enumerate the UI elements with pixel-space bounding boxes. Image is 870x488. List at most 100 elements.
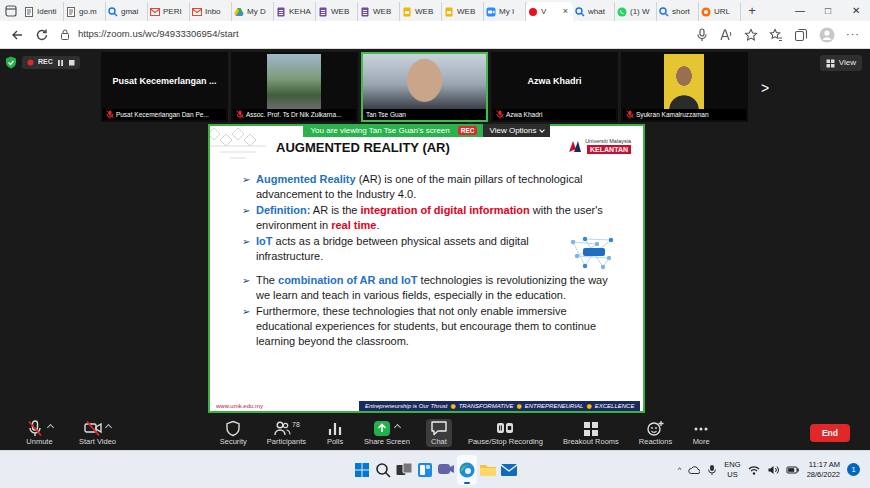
microphone-icon[interactable] <box>696 28 708 42</box>
more-button[interactable]: More <box>688 419 714 447</box>
taskbar-app[interactable] <box>373 455 393 485</box>
browser-tab[interactable]: URL <box>699 2 741 21</box>
chat-icon <box>436 460 456 480</box>
profile-icon[interactable] <box>819 27 835 43</box>
favorite-star-icon[interactable] <box>744 28 758 42</box>
tab-label: WEB <box>331 6 349 18</box>
recording-dot-icon <box>27 59 34 66</box>
share-icon <box>373 420 391 437</box>
maximize-button[interactable]: □ <box>814 6 842 16</box>
browser-tab[interactable]: what <box>573 2 615 21</box>
clock[interactable]: 11:17 AM28/6/2022 <box>807 460 840 480</box>
back-icon[interactable] <box>10 28 24 42</box>
caret-up-icon[interactable] <box>105 424 112 431</box>
taskbar-app[interactable] <box>394 455 414 485</box>
browser-tab[interactable]: WEB <box>400 2 442 21</box>
browser-tab[interactable]: Inbo <box>190 2 232 21</box>
microphone-icon[interactable] <box>707 464 717 476</box>
taskbar-app[interactable] <box>436 455 456 485</box>
next-page-button[interactable]: > <box>761 78 769 99</box>
browser-tab[interactable]: KEHA <box>274 2 316 21</box>
view-options-button[interactable]: View Options <box>483 124 550 137</box>
browser-tab[interactable]: My I <box>484 2 526 21</box>
breakout-button[interactable]: Breakout Rooms <box>559 419 623 447</box>
camera-button[interactable]: Start Video <box>75 419 120 447</box>
shared-slide: AUGMENTED REALITY (AR)Universiti Malaysi… <box>208 124 645 413</box>
search-icon <box>659 7 669 17</box>
mic-button[interactable]: Unmute <box>22 419 57 447</box>
form-icon <box>360 7 370 17</box>
new-tab-button[interactable]: + <box>741 4 763 17</box>
cloud-icon[interactable] <box>688 464 700 476</box>
collections-icon[interactable] <box>794 28 808 42</box>
pause-icon[interactable] <box>57 59 64 67</box>
browser-tab[interactable]: My D <box>232 2 274 21</box>
browser-tab[interactable]: Identi <box>22 2 64 21</box>
tab-actions-icon[interactable] <box>4 4 18 18</box>
minimize-button[interactable]: — <box>786 6 814 16</box>
url-field[interactable]: https://zoom.us/wc/94933306954/start <box>60 27 685 41</box>
language-indicator[interactable]: ENGUS <box>724 460 740 480</box>
browser-tab[interactable]: V× <box>526 2 573 21</box>
bullet-segment: integration of digital information <box>361 204 530 216</box>
browser-tab[interactable]: WEB <box>316 2 358 21</box>
notification-badge[interactable]: 1 <box>847 463 860 476</box>
chevron-down-icon <box>540 127 546 133</box>
participant-tile[interactable]: Tan Tse Guan <box>361 52 488 122</box>
tile-caption: Tan Tse Guan <box>363 109 486 120</box>
chat-button[interactable]: Chat <box>426 419 452 447</box>
participant-tile[interactable]: Azwa KhadriAzwa Khadri <box>491 52 618 122</box>
participant-tile[interactable]: Assoc. Prof. Ts Dr Nik Zulkarna... <box>231 52 358 122</box>
participant-name: Pusat Kecemerlangan ... <box>109 75 219 89</box>
caret-up-icon[interactable] <box>394 424 401 431</box>
participant-tile[interactable]: Pusat Kecemerlangan ...Pusat Kecemerlang… <box>101 52 228 122</box>
region-code: US <box>724 470 740 480</box>
caret-up-icon[interactable] <box>47 424 54 431</box>
meeting-controls: Security 78Participants Polls Share Screen C… <box>216 419 714 447</box>
polls-button[interactable]: Polls <box>322 419 348 447</box>
url-text[interactable]: https://zoom.us/wc/94933306954/start <box>78 27 239 41</box>
toolbar-label: Polls <box>327 437 343 446</box>
participants-button[interactable]: 78Participants <box>263 419 310 447</box>
battery-icon[interactable] <box>786 464 800 476</box>
record-button[interactable]: Pause/Stop Recording <box>464 419 547 447</box>
tab-label: Identi <box>37 6 57 18</box>
security-button[interactable]: Security <box>216 419 251 447</box>
browser-tab[interactable]: WEB <box>358 2 400 21</box>
security-shield-icon[interactable] <box>5 56 17 69</box>
speaker-icon[interactable] <box>767 464 779 476</box>
stop-icon[interactable] <box>68 59 75 67</box>
reactions-button[interactable]: Reactions <box>635 419 676 447</box>
taskbar-app[interactable] <box>457 455 477 485</box>
browser-tab[interactable]: gmai <box>106 2 148 21</box>
bullet-text: IoT acts as a bridge between physical as… <box>256 234 621 272</box>
toolbar-label: Chat <box>431 437 447 446</box>
bullet-segment: Furthermore, these technologies that not… <box>256 305 596 347</box>
viewing-text: You are viewing Tan Tse Guan's screen <box>303 125 458 137</box>
close-window-button[interactable]: ✕ <box>842 6 870 16</box>
browser-tab[interactable]: go.m <box>64 2 106 21</box>
view-button[interactable]: View <box>820 55 862 71</box>
browser-tab[interactable]: (1) W <box>615 2 657 21</box>
bullet-segment: real time <box>331 219 376 231</box>
end-meeting-button[interactable]: End <box>810 424 850 443</box>
taskbar-app[interactable] <box>415 455 435 485</box>
share-button[interactable]: Share Screen <box>360 419 414 447</box>
taskbar-app[interactable] <box>478 455 498 485</box>
participant-tile[interactable]: Syukran Kamalruzzaman <box>621 52 748 122</box>
hidden-icons-button[interactable]: ^ <box>678 464 682 475</box>
browser-tab[interactable]: PERI <box>148 2 190 21</box>
browser-tab[interactable]: short <box>657 2 699 21</box>
toolbar-icon-row <box>430 420 448 437</box>
read-aloud-icon[interactable] <box>719 28 733 42</box>
zoom-meeting: RECViewPusat Kecemerlangan ...Pusat Kece… <box>0 49 870 450</box>
refresh-icon[interactable] <box>35 28 49 42</box>
wifi-icon[interactable] <box>748 464 760 476</box>
toolbar-icon-row <box>692 420 710 437</box>
browser-tab[interactable]: WEB <box>442 2 484 21</box>
browser-menu-button[interactable]: ··· <box>846 26 860 43</box>
close-tab-button[interactable]: × <box>563 5 570 19</box>
taskbar-app[interactable] <box>352 455 372 485</box>
taskbar-app[interactable] <box>499 455 519 485</box>
favorites-icon[interactable] <box>769 28 783 42</box>
